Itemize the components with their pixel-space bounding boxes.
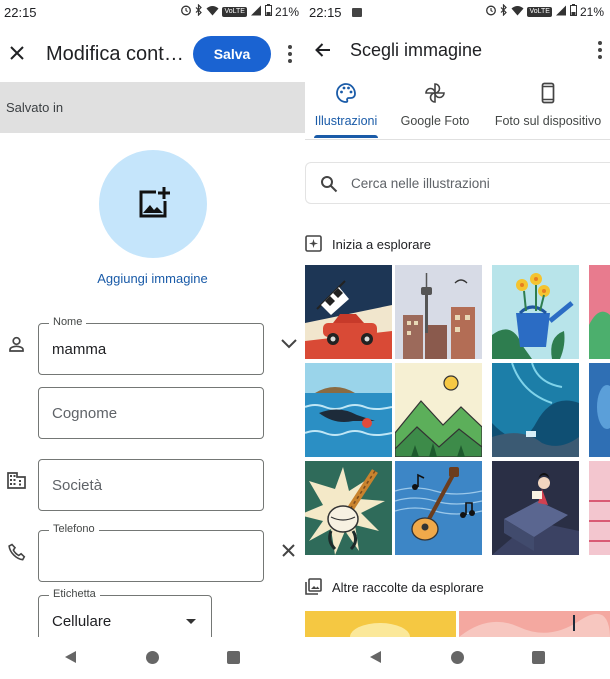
expand-more-icon[interactable]: [280, 336, 298, 354]
phone-label-select-value: Cellulare: [52, 613, 112, 630]
tab-google-photos-label: Google Foto: [400, 114, 470, 128]
tab-device-photos[interactable]: Foto sul dispositivo: [489, 78, 607, 140]
volte-badge: VoLTE: [527, 6, 552, 17]
illustration-grid: [305, 265, 610, 556]
collection-teaser-1[interactable]: [305, 611, 456, 637]
more-vert-icon[interactable]: [284, 43, 296, 65]
back-arrow-icon[interactable]: [313, 40, 333, 60]
palette-icon: [335, 82, 357, 104]
phone-field-label: Telefono: [49, 523, 99, 535]
illustration-underwater-cave[interactable]: [492, 363, 579, 457]
phone-icon: [8, 543, 26, 566]
alarm-icon: [485, 4, 497, 19]
illustration-badminton[interactable]: [305, 461, 392, 555]
illustration-watering-can[interactable]: [492, 265, 579, 359]
navigation-bar: [0, 637, 305, 679]
tab-google-photos[interactable]: Google Foto: [396, 78, 474, 140]
dropdown-arrow-icon: [186, 619, 196, 624]
gallery-notification-icon: [352, 8, 362, 17]
phone-field[interactable]: Telefono: [38, 523, 264, 582]
nav-home-button[interactable]: [451, 651, 464, 664]
battery-icon: [569, 4, 577, 19]
illustration-reading[interactable]: [492, 461, 579, 555]
add-image-link[interactable]: Aggiungi immagine: [40, 271, 265, 286]
battery-percent: 21%: [274, 4, 299, 19]
more-collections-label: Altre raccolte da esplorare: [332, 580, 484, 595]
smartphone-icon: [537, 82, 559, 104]
nav-recents-button[interactable]: [532, 651, 545, 664]
tab-illustrations-label: Illustrazioni: [314, 114, 378, 128]
volte-badge: VoLTE: [222, 6, 247, 17]
saved-in-label: Salvato in: [6, 100, 64, 115]
illustration-partial-1[interactable]: [589, 265, 610, 359]
bluetooth-icon: [195, 3, 203, 19]
company-field[interactable]: Società: [38, 459, 264, 511]
pinwheel-icon: [424, 82, 446, 104]
illustration-search-input[interactable]: Cerca nelle illustrazioni: [305, 162, 610, 204]
business-icon: [7, 472, 26, 494]
more-vert-icon[interactable]: [594, 39, 606, 61]
status-time: 22:15: [309, 5, 342, 20]
illustration-partial-2[interactable]: [589, 363, 610, 457]
explore-section-label: Inizia a esplorare: [332, 237, 431, 252]
illustration-green-hills[interactable]: [395, 363, 482, 457]
name-field-value: mamma: [52, 341, 107, 358]
active-tab-indicator: [314, 135, 378, 138]
save-button[interactable]: Salva: [193, 36, 271, 72]
edit-contact-toolbar: Modifica cont… Salva: [0, 24, 305, 82]
nav-recents-button[interactable]: [227, 651, 240, 664]
status-bar: 22:15 VoLTE 21%: [0, 0, 305, 24]
nav-home-button[interactable]: [146, 651, 159, 664]
battery-percent: 21%: [579, 4, 604, 19]
search-icon: [320, 175, 338, 193]
company-field-placeholder: Società: [52, 477, 103, 494]
status-bar: 22:15 VoLTE 21%: [305, 0, 610, 24]
close-icon[interactable]: [6, 42, 28, 64]
person-icon: [8, 336, 25, 358]
status-icons: VoLTE 21%: [180, 3, 299, 19]
search-placeholder: Cerca nelle illustrazioni: [351, 176, 490, 191]
wifi-icon: [206, 5, 219, 19]
explore-section-heading: Inizia a esplorare: [305, 235, 505, 253]
wifi-icon: [511, 5, 524, 19]
surname-field[interactable]: Cognome: [38, 387, 264, 439]
sparkle-frame-icon: [305, 235, 322, 252]
battery-icon: [264, 4, 272, 19]
page-title: Scegli immagine: [350, 40, 483, 60]
surname-field-placeholder: Cognome: [52, 405, 118, 422]
status-time: 22:15: [4, 5, 37, 20]
illustration-racing-car[interactable]: [305, 265, 392, 359]
nav-back-button[interactable]: [370, 651, 381, 663]
choose-image-screen: 22:15 VoLTE 21% Scegli immagine Illustra…: [305, 0, 610, 679]
alarm-icon: [180, 4, 192, 19]
name-field-label: Nome: [49, 316, 87, 328]
navigation-bar: [305, 637, 610, 679]
choose-image-toolbar: Scegli immagine: [305, 24, 610, 76]
clear-icon[interactable]: [281, 543, 296, 563]
saved-in-bar[interactable]: Salvato in: [0, 82, 305, 133]
tab-device-photos-label: Foto sul dispositivo: [494, 114, 602, 128]
phone-label-select-label: Etichetta: [49, 588, 100, 600]
signal-icon: [555, 5, 567, 19]
illustration-swimmer[interactable]: [305, 363, 392, 457]
illustration-partial-3[interactable]: [589, 461, 610, 555]
status-icons: VoLTE 21%: [485, 3, 604, 19]
page-title: Modifica cont…: [46, 43, 184, 65]
bluetooth-icon: [500, 3, 508, 19]
add-photo-icon: [135, 186, 171, 222]
source-tabs: Illustrazioni Google Foto Foto sul dispo…: [305, 78, 610, 140]
illustration-city-tower[interactable]: [395, 265, 482, 359]
contact-photo-placeholder[interactable]: [99, 150, 207, 258]
illustration-guitar[interactable]: [395, 461, 482, 555]
nav-back-button[interactable]: [65, 651, 76, 663]
more-collections-heading: Altre raccolte da esplorare: [305, 578, 545, 596]
tab-illustrations[interactable]: Illustrazioni: [307, 78, 385, 140]
name-field[interactable]: Nome mamma: [38, 316, 264, 375]
signal-icon: [250, 5, 262, 19]
collection-teaser-2[interactable]: [459, 611, 610, 637]
edit-contact-screen: 22:15 VoLTE 21% Modifica cont… Salva Sal…: [0, 0, 305, 679]
photo-library-icon: [305, 578, 322, 595]
